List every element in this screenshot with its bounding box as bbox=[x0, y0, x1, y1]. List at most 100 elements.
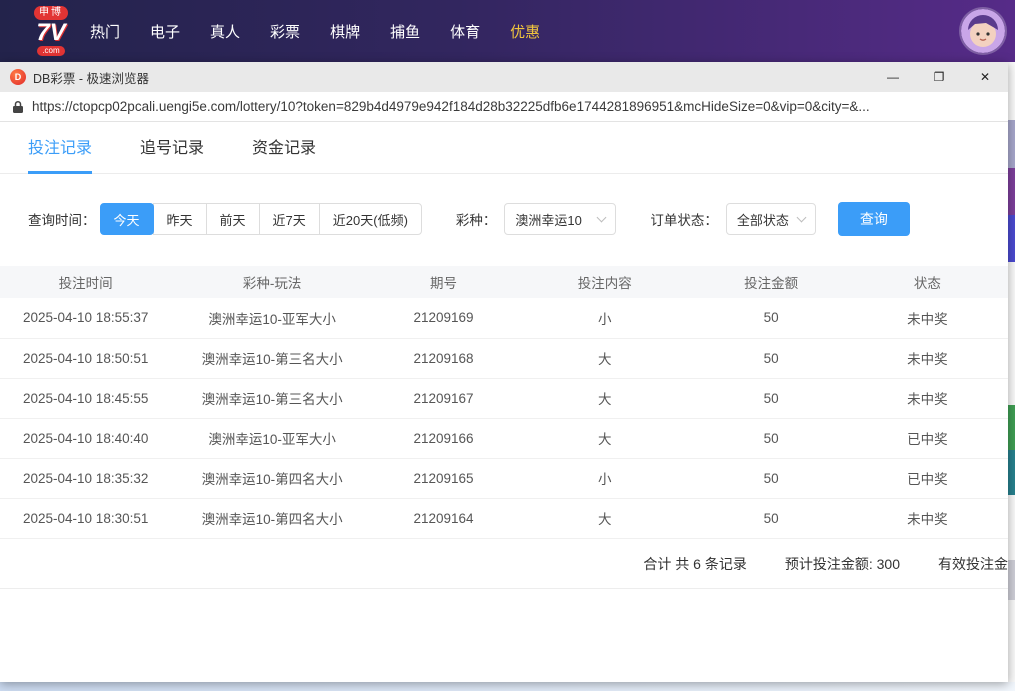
summary-valid-amount: 有效投注金 bbox=[938, 554, 1008, 574]
cell-play: 澳洲幸运10-亚军大小 bbox=[171, 418, 373, 458]
status-filter-label: 订单状态： bbox=[650, 209, 718, 229]
cell-amount: 50 bbox=[696, 338, 847, 378]
cell-play: 澳洲幸运10-第三名大小 bbox=[171, 338, 373, 378]
table-row: 2025-04-10 18:45:55澳洲幸运10-第三名大小21209167大… bbox=[0, 378, 1008, 418]
cell-play: 澳洲幸运10-亚军大小 bbox=[171, 298, 373, 338]
browser-tab-icon: D bbox=[10, 69, 26, 85]
cell-time: 2025-04-10 18:40:40 bbox=[0, 418, 171, 458]
time-option-1[interactable]: 昨天 bbox=[153, 203, 207, 235]
tab-bet-records[interactable]: 投注记录 bbox=[28, 134, 92, 174]
address-bar[interactable]: https://ctopcp02pcali.uengi5e.com/lotter… bbox=[0, 92, 1008, 122]
cell-time: 2025-04-10 18:55:37 bbox=[0, 298, 171, 338]
time-option-2[interactable]: 前天 bbox=[206, 203, 260, 235]
lottery-filter-label: 彩种： bbox=[456, 209, 497, 229]
time-option-3[interactable]: 近7天 bbox=[259, 203, 320, 235]
cell-issue: 21209165 bbox=[373, 458, 514, 498]
lottery-page-content: 投注记录 追号记录 资金记录 查询时间： 今天昨天前天近7天近20天(低频) 彩种：… bbox=[0, 122, 1008, 682]
user-avatar[interactable] bbox=[961, 9, 1005, 53]
cell-time: 2025-04-10 18:30:51 bbox=[0, 498, 171, 538]
column-header: 投注金额 bbox=[696, 266, 847, 298]
site-nav-items: 热门 电子 真人 彩票 棋牌 捕鱼 体育 优惠 bbox=[90, 21, 540, 42]
browser-titlebar[interactable]: D DB彩票 - 极速浏览器 — ❐ ✕ bbox=[0, 62, 1008, 92]
table-row: 2025-04-10 18:40:40澳洲幸运10-亚军大小21209166大5… bbox=[0, 418, 1008, 458]
window-controls: — ❐ ✕ bbox=[870, 62, 1008, 92]
cell-content: 大 bbox=[514, 498, 695, 538]
column-header: 投注时间 bbox=[0, 266, 171, 298]
cell-issue: 21209169 bbox=[373, 298, 514, 338]
close-button[interactable]: ✕ bbox=[962, 62, 1008, 92]
cell-issue: 21209166 bbox=[373, 418, 514, 458]
time-option-0[interactable]: 今天 bbox=[100, 203, 154, 235]
site-logo[interactable]: 申博 7V .com bbox=[34, 6, 68, 56]
order-status-select[interactable]: 全部状态 bbox=[726, 203, 816, 235]
time-filter-label: 查询时间： bbox=[28, 209, 96, 229]
cell-time: 2025-04-10 18:45:55 bbox=[0, 378, 171, 418]
cell-issue: 21209164 bbox=[373, 498, 514, 538]
table-row: 2025-04-10 18:30:51澳洲幸运10-第四名大小21209164大… bbox=[0, 498, 1008, 538]
cell-content: 大 bbox=[514, 378, 695, 418]
logo-main-text: 7V bbox=[36, 21, 65, 45]
maximize-button[interactable]: ❐ bbox=[916, 62, 962, 92]
cell-time: 2025-04-10 18:35:32 bbox=[0, 458, 171, 498]
cell-status: 未中奖 bbox=[847, 378, 1008, 418]
url-text[interactable]: https://ctopcp02pcali.uengi5e.com/lotter… bbox=[32, 99, 870, 114]
lottery-select[interactable]: 澳洲幸运10 bbox=[504, 203, 616, 235]
cell-content: 大 bbox=[514, 418, 695, 458]
background-fragment bbox=[1008, 560, 1015, 600]
nav-item-sports[interactable]: 体育 bbox=[450, 21, 480, 42]
order-status-value: 全部状态 bbox=[737, 210, 789, 229]
cell-issue: 21209167 bbox=[373, 378, 514, 418]
nav-item-lottery[interactable]: 彩票 bbox=[270, 21, 300, 42]
background-fragment bbox=[1008, 215, 1015, 262]
background-right-sliver bbox=[1008, 62, 1015, 691]
time-filter-group: 今天昨天前天近7天近20天(低频) bbox=[100, 203, 422, 235]
browser-title: DB彩票 - 极速浏览器 bbox=[33, 68, 149, 87]
cell-issue: 21209168 bbox=[373, 338, 514, 378]
nav-item-live[interactable]: 真人 bbox=[210, 21, 240, 42]
background-bottom-strip bbox=[0, 682, 1015, 691]
cell-amount: 50 bbox=[696, 498, 847, 538]
query-button[interactable]: 查询 bbox=[838, 202, 910, 236]
background-fragment bbox=[1008, 120, 1015, 168]
site-navbar: 申博 7V .com 热门 电子 真人 彩票 棋牌 捕鱼 体育 优惠 bbox=[0, 0, 1015, 62]
record-tabs: 投注记录 追号记录 资金记录 bbox=[0, 122, 1008, 174]
tab-chase-records[interactable]: 追号记录 bbox=[140, 134, 204, 173]
table-row: 2025-04-10 18:50:51澳洲幸运10-第三名大小21209168大… bbox=[0, 338, 1008, 378]
nav-item-hot[interactable]: 热门 bbox=[90, 21, 120, 42]
table-row: 2025-04-10 18:55:37澳洲幸运10-亚军大小21209169小5… bbox=[0, 298, 1008, 338]
cell-content: 小 bbox=[514, 298, 695, 338]
cell-play: 澳洲幸运10-第三名大小 bbox=[171, 378, 373, 418]
records-tbody: 2025-04-10 18:55:37澳洲幸运10-亚军大小21209169小5… bbox=[0, 298, 1008, 538]
nav-item-electronic[interactable]: 电子 bbox=[150, 21, 180, 42]
logo-top-text: 申博 bbox=[34, 6, 68, 20]
chevron-down-icon bbox=[597, 212, 607, 222]
cell-status: 未中奖 bbox=[847, 338, 1008, 378]
cell-amount: 50 bbox=[696, 418, 847, 458]
filter-row: 查询时间： 今天昨天前天近7天近20天(低频) 彩种： 澳洲幸运10 订单状态：… bbox=[0, 202, 1008, 236]
records-thead-row: 投注时间彩种-玩法期号投注内容投注金额状态 bbox=[0, 266, 1008, 298]
time-option-4[interactable]: 近20天(低频) bbox=[319, 203, 422, 235]
column-header: 状态 bbox=[847, 266, 1008, 298]
background-fragment bbox=[1008, 168, 1015, 215]
nav-item-promo[interactable]: 优惠 bbox=[510, 21, 540, 42]
logo-com-text: .com bbox=[37, 46, 64, 56]
cell-status: 已中奖 bbox=[847, 418, 1008, 458]
cell-content: 大 bbox=[514, 338, 695, 378]
nav-item-chess[interactable]: 棋牌 bbox=[330, 21, 360, 42]
cell-play: 澳洲幸运10-第四名大小 bbox=[171, 458, 373, 498]
minimize-button[interactable]: — bbox=[870, 62, 916, 92]
nav-item-fishing[interactable]: 捕鱼 bbox=[390, 21, 420, 42]
background-fragment bbox=[1008, 450, 1015, 495]
background-fragment bbox=[1008, 405, 1015, 450]
cell-status: 未中奖 bbox=[847, 298, 1008, 338]
summary-total: 合计 共 6 条记录 bbox=[643, 554, 746, 574]
column-header: 彩种-玩法 bbox=[171, 266, 373, 298]
column-header: 投注内容 bbox=[514, 266, 695, 298]
lock-icon bbox=[12, 100, 24, 114]
tab-fund-records[interactable]: 资金记录 bbox=[252, 134, 316, 173]
cell-amount: 50 bbox=[696, 378, 847, 418]
cell-play: 澳洲幸运10-第四名大小 bbox=[171, 498, 373, 538]
cell-amount: 50 bbox=[696, 458, 847, 498]
summary-expected-amount: 预计投注金额: 300 bbox=[785, 554, 900, 574]
column-header: 期号 bbox=[373, 266, 514, 298]
